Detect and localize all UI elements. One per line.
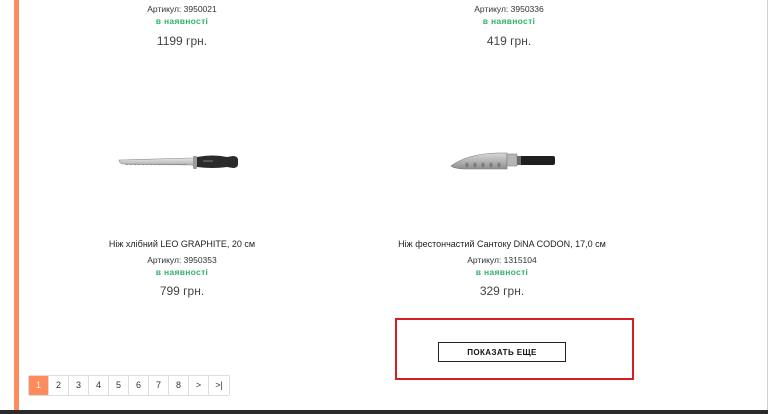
- product-price: 1199 грн.: [156, 34, 208, 48]
- bread-knife-image[interactable]: [112, 97, 252, 227]
- bread-knife-icon: [118, 155, 238, 169]
- santoku-knife-image[interactable]: [432, 97, 572, 227]
- product-name[interactable]: Ніж хлібний LEO GRAPHITE, 20 см: [62, 238, 302, 250]
- left-accent-bar: [14, 0, 19, 410]
- product-sku: Артикул: 3950353: [147, 255, 217, 265]
- page-link-5[interactable]: 5: [109, 376, 129, 395]
- pagination: 1 2 3 4 5 6 7 8 > >|: [28, 375, 230, 396]
- product-price: 419 грн.: [486, 34, 532, 48]
- product-card[interactable]: Ніж фестончастий Сантоку DiNA CODON, 17,…: [382, 238, 622, 299]
- product-name[interactable]: Ніж фестончастий Сантоку DiNA CODON, 17,…: [382, 238, 622, 250]
- page-link-1[interactable]: 1: [29, 376, 49, 395]
- page-link-6[interactable]: 6: [129, 376, 149, 395]
- product-sku: Артикул: 3950021: [147, 4, 217, 14]
- page-link-4[interactable]: 4: [89, 376, 109, 395]
- product-stock-status: в наявності: [155, 16, 209, 26]
- product-price: 329 грн.: [479, 284, 525, 298]
- page-last-button[interactable]: >|: [209, 376, 229, 395]
- page-link-2[interactable]: 2: [49, 376, 69, 395]
- product-stock-status: в наявності: [475, 267, 529, 277]
- product-stock-status: в наявності: [482, 16, 536, 26]
- santoku-knife-icon: [450, 152, 555, 170]
- product-price: 799 грн.: [159, 284, 205, 298]
- page-next-button[interactable]: >: [189, 376, 209, 395]
- load-more-button[interactable]: ПОКАЗАТЬ ЕЩЕ: [438, 342, 566, 362]
- product-sku: Артикул: 3950336: [474, 4, 544, 14]
- product-sku: Артикул: 1315104: [467, 255, 537, 265]
- page-link-8[interactable]: 8: [169, 376, 189, 395]
- product-card-top-1[interactable]: Артикул: 3950021 в наявності 1199 грн.: [62, 3, 302, 49]
- product-card[interactable]: Ніж хлібний LEO GRAPHITE, 20 см Артикул:…: [62, 238, 302, 299]
- page-link-3[interactable]: 3: [69, 376, 89, 395]
- footer-edge-bar: [0, 410, 768, 414]
- product-card-top-2[interactable]: Артикул: 3950336 в наявності 419 грн.: [389, 3, 629, 49]
- page-link-7[interactable]: 7: [149, 376, 169, 395]
- product-stock-status: в наявності: [155, 267, 209, 277]
